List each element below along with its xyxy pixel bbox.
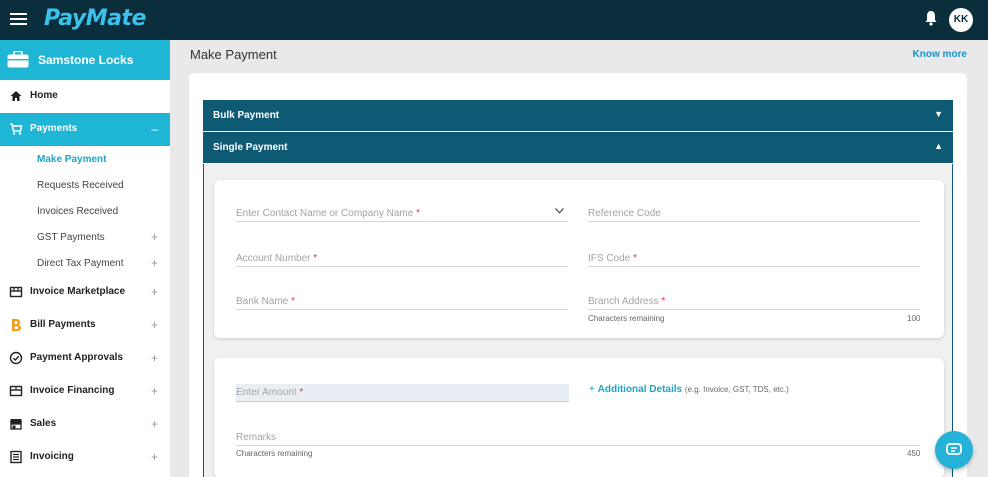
menu-icon[interactable] — [10, 13, 27, 26]
sidebar-subitem-invoices-received[interactable]: Invoices Received — [0, 198, 170, 224]
bell-icon[interactable] — [924, 10, 938, 26]
remarks-field[interactable]: Remarks — [236, 430, 920, 446]
account-placeholder: Account Number — [236, 253, 311, 264]
expand-icon[interactable]: + — [151, 351, 158, 365]
branch-placeholder: Branch Address — [588, 296, 659, 307]
amount-input[interactable]: Enter Amount * — [236, 384, 569, 402]
sidebar-item-label: Payment Approvals — [30, 352, 123, 363]
sidebar-item-payments[interactable]: Payments – — [0, 113, 170, 146]
reference-code-field[interactable]: Reference Code — [588, 206, 920, 222]
plus-icon: + — [589, 384, 595, 395]
marketplace-icon — [9, 286, 23, 298]
ifsc-placeholder: IFS Code — [588, 253, 631, 264]
sidebar-item-label: Home — [30, 90, 58, 101]
additional-details-hint: (e.g. Invoice, GST, TDS, etc.) — [684, 385, 789, 394]
accordion-single-payment[interactable]: Single Payment ▲ — [203, 132, 953, 163]
home-icon — [10, 91, 22, 101]
sidebar-subitem-label: GST Payments — [37, 232, 105, 243]
account-number-field[interactable]: Account Number * — [236, 251, 568, 267]
required-mark: * — [661, 296, 666, 307]
required-mark: * — [416, 208, 420, 219]
sidebar-item-invoicing[interactable]: Invoicing + — [0, 441, 170, 474]
avatar[interactable]: KK — [949, 8, 973, 32]
reference-placeholder: Reference Code — [588, 208, 661, 219]
expand-icon[interactable]: + — [151, 285, 158, 299]
sidebar-item-label: Invoice Marketplace — [30, 286, 126, 297]
page-title: Make Payment — [190, 47, 277, 62]
collapse-icon[interactable]: – — [151, 122, 158, 136]
chat-icon — [946, 443, 962, 455]
remarks-placeholder: Remarks — [236, 432, 277, 443]
expand-icon[interactable]: + — [151, 256, 158, 270]
remarks-char-helper: Characters remaining — [236, 449, 313, 458]
ifsc-field[interactable]: IFS Code * — [588, 251, 920, 267]
bill-icon — [12, 319, 21, 331]
sidebar-subitem-label: Make Payment — [37, 154, 107, 165]
sidebar: Samstone Locks Home Payments – Make Paym… — [0, 40, 170, 477]
sidebar-item-invoice-financing[interactable]: Invoice Financing + — [0, 375, 170, 408]
expand-icon[interactable]: + — [151, 417, 158, 431]
brand-logo[interactable]: PayMate — [44, 6, 146, 31]
sidebar-item-label: Sales — [30, 418, 57, 429]
sidebar-subitem-direct-tax-payment[interactable]: Direct Tax Payment + — [0, 250, 170, 276]
contact-field[interactable]: Enter Contact Name or Company Name * — [236, 206, 568, 222]
chevron-down-icon[interactable] — [555, 208, 564, 214]
accordion-title: Bulk Payment — [213, 110, 280, 121]
sidebar-item-label: Bill Payments — [30, 319, 96, 330]
expand-icon[interactable]: + — [151, 450, 158, 464]
accordion-bulk-payment[interactable]: Bulk Payment ▼ — [203, 100, 953, 131]
briefcase-icon — [7, 51, 29, 68]
sidebar-item-payment-approvals[interactable]: Payment Approvals + — [0, 342, 170, 375]
amount-placeholder: Enter Amount — [236, 387, 297, 398]
bank-name-field[interactable]: Bank Name * — [236, 294, 568, 310]
remarks-char-count: 450 — [907, 449, 921, 458]
additional-details-label: Additional Details — [597, 384, 683, 395]
top-bar: PayMate KK — [0, 0, 988, 40]
bank-placeholder: Bank Name — [236, 296, 289, 307]
sidebar-item-invoice-marketplace[interactable]: Invoice Marketplace + — [0, 276, 170, 309]
chat-button[interactable] — [935, 431, 973, 469]
branch-address-field[interactable]: Branch Address * — [588, 294, 920, 310]
expand-icon[interactable]: + — [151, 384, 158, 398]
contact-placeholder: Enter Contact Name or Company Name — [236, 208, 414, 219]
sidebar-item-sales[interactable]: Sales + — [0, 408, 170, 441]
financing-icon — [9, 385, 23, 397]
sidebar-subitem-requests-received[interactable]: Requests Received — [0, 172, 170, 198]
sidebar-item-label: Invoice Financing — [30, 385, 115, 396]
store-icon — [10, 419, 22, 430]
caret-up-icon: ▲ — [934, 141, 943, 151]
caret-down-icon: ▼ — [934, 109, 943, 119]
check-circle-icon — [9, 351, 23, 365]
branch-char-count: 100 — [907, 314, 921, 323]
know-more-link[interactable]: Know more — [913, 49, 967, 60]
sidebar-subitem-label: Requests Received — [37, 180, 124, 191]
required-mark: * — [313, 253, 318, 264]
sidebar-item-label: Invoicing — [30, 451, 74, 462]
sidebar-subitem-gst-payments[interactable]: GST Payments + — [0, 224, 170, 250]
sidebar-subitem-label: Invoices Received — [37, 206, 119, 217]
sidebar-item-bill-payments[interactable]: Bill Payments + — [0, 309, 170, 342]
required-mark: * — [291, 296, 295, 307]
single-payment-panel: Enter Contact Name or Company Name * Ref… — [203, 164, 953, 477]
cart-icon — [10, 123, 23, 135]
sidebar-subitem-label: Direct Tax Payment — [37, 258, 124, 269]
expand-icon[interactable]: + — [151, 230, 158, 244]
required-mark: * — [299, 387, 304, 398]
additional-details-link[interactable]: + Additional Details (e.g. Invoice, GST,… — [589, 384, 789, 395]
beneficiary-form: Enter Contact Name or Company Name * Ref… — [214, 180, 944, 338]
expand-icon[interactable]: + — [151, 318, 158, 332]
amount-form: Enter Amount * + Additional Details (e.g… — [214, 358, 944, 477]
company-switcher[interactable]: Samstone Locks — [0, 40, 170, 80]
company-name: Samstone Locks — [38, 53, 134, 67]
required-mark: * — [633, 253, 637, 264]
sidebar-item-home[interactable]: Home — [0, 80, 170, 113]
sidebar-subitem-make-payment[interactable]: Make Payment — [0, 146, 170, 172]
invoice-icon — [10, 450, 22, 464]
accordion-title: Single Payment — [213, 142, 288, 153]
branch-char-helper: Characters remaining — [588, 314, 665, 323]
sidebar-item-label: Payments — [30, 123, 78, 134]
